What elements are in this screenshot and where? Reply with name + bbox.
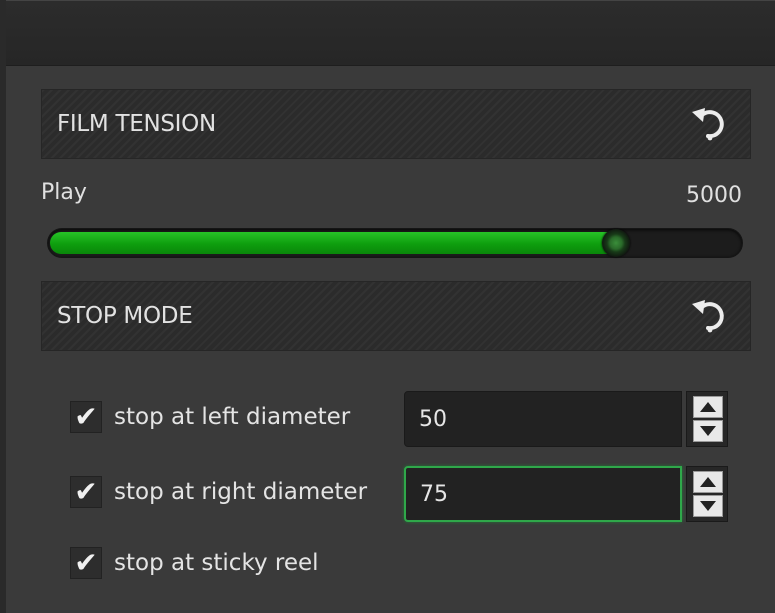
left-diameter-increment-button[interactable] bbox=[693, 396, 723, 418]
play-tension-slider[interactable] bbox=[47, 228, 743, 258]
stop-mode-title: STOP MODE bbox=[57, 303, 193, 329]
stop-left-diameter-checkbox[interactable]: ✔ bbox=[70, 401, 102, 433]
stop-mode-header: STOP MODE bbox=[41, 281, 751, 351]
stop-sticky-reel-checkbox[interactable]: ✔ bbox=[70, 547, 102, 579]
left-diameter-input[interactable] bbox=[404, 391, 682, 447]
play-value: 5000 bbox=[686, 183, 742, 208]
left-diameter-spinbox bbox=[404, 391, 728, 447]
settings-panel: FILM TENSION Play 5000 STOP MODE ✔ stop … bbox=[0, 0, 775, 613]
left-diameter-stepper bbox=[686, 391, 728, 447]
right-diameter-spinbox bbox=[404, 466, 728, 522]
panel-edge bbox=[0, 0, 6, 613]
stop-mode-reset-button[interactable] bbox=[688, 294, 732, 338]
title-bar bbox=[0, 0, 775, 66]
slider-thumb[interactable] bbox=[602, 229, 630, 257]
stop-right-diameter-label: stop at right diameter bbox=[114, 479, 368, 505]
right-diameter-stepper bbox=[686, 466, 728, 522]
right-diameter-decrement-button[interactable] bbox=[693, 495, 723, 517]
film-tension-header: FILM TENSION bbox=[41, 89, 751, 159]
stop-left-diameter-label: stop at left diameter bbox=[114, 404, 351, 430]
film-tension-title: FILM TENSION bbox=[57, 111, 216, 137]
stop-right-diameter-checkbox[interactable]: ✔ bbox=[70, 476, 102, 508]
play-label: Play bbox=[41, 180, 87, 205]
slider-fill bbox=[50, 232, 620, 254]
right-diameter-input[interactable] bbox=[404, 466, 682, 522]
left-diameter-decrement-button[interactable] bbox=[693, 420, 723, 442]
stop-sticky-reel-label: stop at sticky reel bbox=[114, 550, 319, 576]
film-tension-reset-button[interactable] bbox=[688, 102, 732, 146]
right-diameter-increment-button[interactable] bbox=[693, 471, 723, 493]
reset-icon bbox=[692, 300, 724, 333]
reset-icon bbox=[692, 108, 724, 141]
